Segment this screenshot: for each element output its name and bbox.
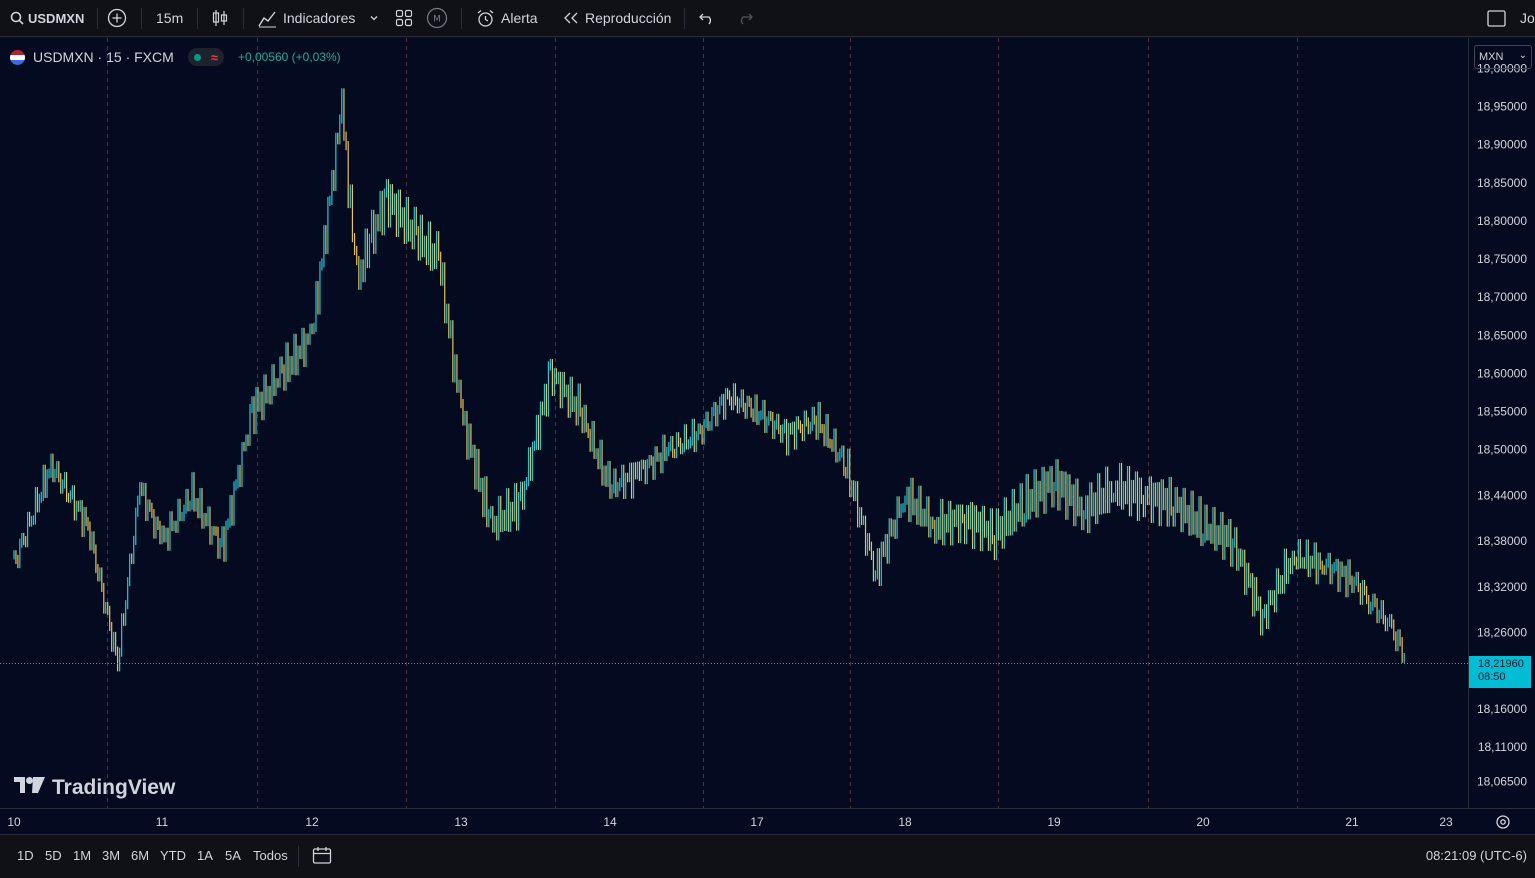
range-5a-button[interactable]: 5A bbox=[225, 848, 241, 863]
price-axis-label: 18,70000 bbox=[1477, 290, 1527, 304]
undo-button[interactable] bbox=[698, 0, 716, 36]
redo-button[interactable] bbox=[736, 0, 754, 36]
alert-button[interactable]: Alerta bbox=[476, 0, 538, 36]
market-button[interactable]: M bbox=[426, 0, 448, 36]
current-price-tag: 18,21960 08:50 bbox=[1469, 656, 1531, 688]
indicators-button[interactable]: Indicadores bbox=[258, 0, 355, 36]
time-axis-label: 19 bbox=[1047, 815, 1061, 829]
price-axis-label: 18,06500 bbox=[1477, 774, 1527, 788]
price-axis-label: 18,65000 bbox=[1477, 328, 1527, 342]
chevron-down-icon bbox=[369, 13, 379, 23]
time-axis-label: 21 bbox=[1345, 815, 1359, 829]
chevron-down-icon: ⌄ bbox=[1518, 50, 1527, 61]
redo-icon bbox=[736, 11, 754, 25]
undo-icon bbox=[698, 11, 716, 25]
current-price-value: 18,21960 bbox=[1478, 658, 1524, 670]
search-icon bbox=[10, 11, 24, 25]
tradingview-logo-icon bbox=[14, 776, 46, 800]
bottom-toolbar: 1D 5D 1M 3M 6M YTD 1A 5A Todos 08:21:09 … bbox=[0, 834, 1535, 878]
symbol-search-button[interactable]: USDMXN bbox=[10, 0, 84, 36]
price-axis-label: 18,50000 bbox=[1477, 443, 1527, 457]
time-axis-label: 12 bbox=[305, 815, 319, 829]
square-icon bbox=[1487, 9, 1506, 27]
price-axis-label: 18,95000 bbox=[1477, 100, 1527, 114]
rewind-icon bbox=[562, 11, 579, 25]
symbol-label: USDMXN bbox=[28, 10, 85, 26]
svg-text:M: M bbox=[433, 15, 441, 25]
price-axis-label: 18,11000 bbox=[1478, 740, 1527, 754]
date-range-button[interactable] bbox=[312, 846, 332, 870]
range-1m-button[interactable]: 1M bbox=[73, 848, 91, 863]
replay-button[interactable]: Reproducción bbox=[562, 0, 671, 36]
currency-value: MXN bbox=[1479, 51, 1504, 63]
range-1a-button[interactable]: 1A bbox=[197, 848, 213, 863]
us-flag-icon bbox=[10, 49, 25, 65]
market-open-dot-icon bbox=[193, 53, 201, 61]
range-ytd-button[interactable]: YTD bbox=[160, 848, 186, 863]
price-axis-label: 18,16000 bbox=[1477, 702, 1527, 716]
gear-icon bbox=[1495, 815, 1511, 834]
price-axis-label: 18,85000 bbox=[1477, 176, 1527, 190]
indicators-icon bbox=[258, 9, 277, 28]
time-axis-label: 11 bbox=[156, 815, 169, 829]
range-5d-button[interactable]: 5D bbox=[45, 848, 62, 863]
range-6m-button[interactable]: 6M bbox=[131, 848, 149, 863]
calendar-icon bbox=[312, 847, 332, 869]
compare-symbol-button[interactable] bbox=[107, 0, 127, 36]
price-axis-label: 18,44000 bbox=[1477, 488, 1527, 502]
chart-pane[interactable]: 19,00000 18,95000 18,90000 18,85000 18,80000… bbox=[0, 38, 1535, 834]
m-circle-icon: M bbox=[426, 7, 448, 29]
legend-change: +0,00560 (+0,03%) bbox=[237, 50, 341, 64]
indicators-dropdown-button[interactable] bbox=[369, 0, 379, 36]
layout-templates-button[interactable] bbox=[395, 0, 413, 36]
time-axis-label: 23 bbox=[1439, 815, 1453, 829]
right-truncated-text[interactable]: Jo bbox=[1520, 0, 1535, 36]
price-axis-label: 18,32000 bbox=[1477, 580, 1527, 594]
candles-icon bbox=[211, 8, 229, 28]
alarm-clock-icon bbox=[476, 9, 495, 28]
indicators-label: Indicadores bbox=[283, 10, 356, 26]
replay-label: Reproducción bbox=[585, 10, 672, 26]
tradingview-wordmark: TradingView bbox=[52, 776, 176, 799]
price-axis-label: 18,60000 bbox=[1477, 366, 1527, 380]
price-axis-label: 18,75000 bbox=[1477, 252, 1527, 266]
interval-button[interactable]: 15m bbox=[156, 0, 183, 36]
price-chart[interactable]: 19,0000018,9500018,9000018,8500018,80000… bbox=[0, 38, 1535, 834]
range-1d-button[interactable]: 1D bbox=[17, 848, 34, 863]
range-3m-button[interactable]: 3M bbox=[102, 848, 120, 863]
time-axis-label: 13 bbox=[454, 815, 468, 829]
data-delay-icon: ≈ bbox=[210, 49, 218, 65]
range-all-button[interactable]: Todos bbox=[253, 848, 288, 863]
grid-icon bbox=[395, 9, 413, 27]
tradingview-watermark[interactable]: TradingView bbox=[14, 776, 175, 800]
axis-settings-button[interactable] bbox=[1495, 814, 1511, 835]
chart-legend: USDMXN · 15 · FXCM ≈ +0,00560 (+0,03%) bbox=[10, 48, 341, 66]
time-axis-label: 20 bbox=[1196, 815, 1210, 829]
time-axis-label: 17 bbox=[750, 815, 764, 829]
time-axis-label: 14 bbox=[603, 815, 617, 829]
bar-countdown: 08:50 bbox=[1478, 671, 1506, 683]
price-axis-label: 18,90000 bbox=[1477, 138, 1527, 152]
top-toolbar: USDMXN 15m Indicadores M Alerta Reproduc… bbox=[0, 0, 1535, 37]
fullscreen-button[interactable] bbox=[1487, 0, 1506, 36]
timezone-clock[interactable]: 08:21:09 (UTC-6) bbox=[1426, 848, 1527, 863]
time-axis-label: 18 bbox=[898, 815, 912, 829]
legend-title[interactable]: USDMXN · 15 · FXCM bbox=[33, 49, 174, 65]
currency-select[interactable]: MXN ⌄ bbox=[1474, 45, 1532, 69]
price-axis-label: 18,55000 bbox=[1477, 405, 1527, 419]
alert-label: Alerta bbox=[501, 10, 538, 26]
chart-type-button[interactable] bbox=[211, 0, 229, 36]
plus-circle-icon bbox=[107, 8, 127, 28]
price-axis-label: 18,26000 bbox=[1477, 626, 1527, 640]
legend-status-pill[interactable]: ≈ bbox=[187, 48, 224, 66]
time-axis-label: 10 bbox=[7, 815, 21, 829]
price-axis-label: 18,80000 bbox=[1477, 214, 1527, 228]
price-axis-label: 18,38000 bbox=[1477, 534, 1527, 548]
